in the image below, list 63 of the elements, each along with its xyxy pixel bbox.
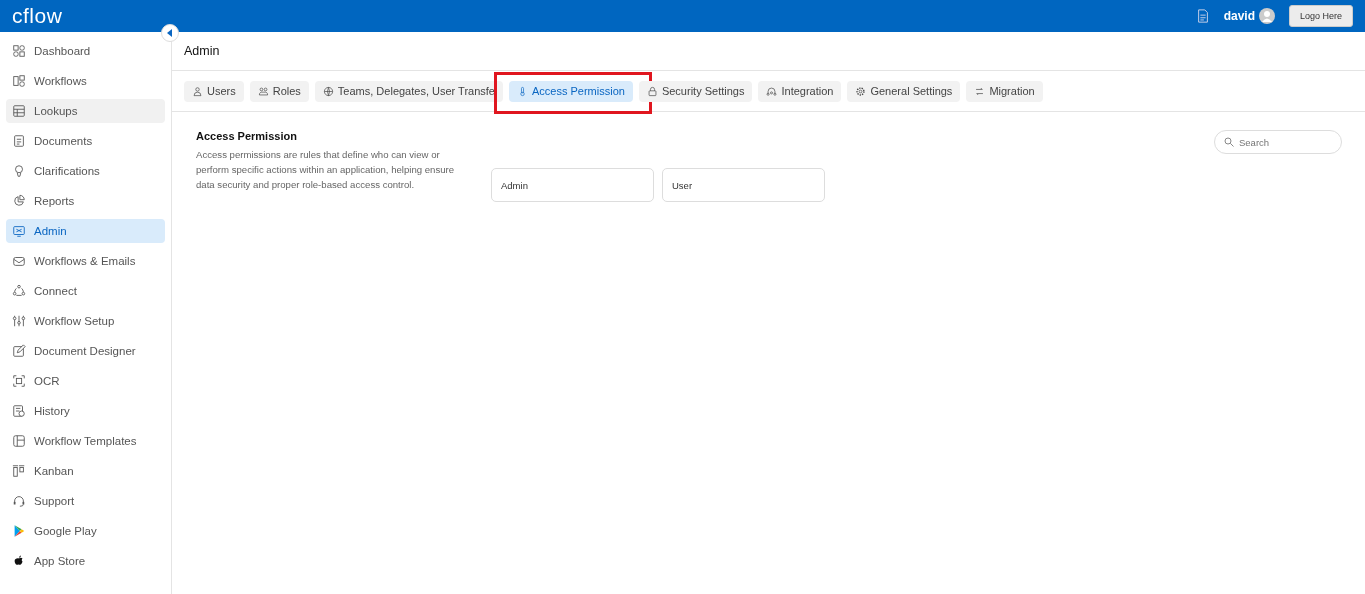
lock-icon [646,85,658,97]
sidebar-item[interactable]: Support [6,489,165,513]
layout-icon [12,434,26,448]
user-icon [192,85,203,97]
section-description: Access permissions are rules that define who can view or perform specific actions within an application, helping ensure data security and proper role-based access control. [196,148,456,192]
pie-chart-icon [12,194,26,208]
users-icon [257,85,269,97]
document-icon[interactable] [1195,9,1210,23]
section-title: Access Permission [196,130,298,142]
network-icon [12,284,26,298]
sidebar-item[interactable]: Admin [6,219,165,243]
swap-icon [974,85,986,97]
sidebar-item[interactable]: Kanban [6,459,165,483]
workflow-icon [12,74,26,88]
sidebar-item[interactable]: OCR [6,369,165,393]
sidebar-item[interactable]: Workflow Templates [6,429,165,453]
tab[interactable]: General Settings [847,80,961,102]
globe-icon [322,85,334,97]
play-store-icon [12,524,26,538]
sidebar-item[interactable]: Lookups [6,99,165,123]
kanban-icon [12,464,26,478]
sidebar-item[interactable]: Reports [6,189,165,213]
tab[interactable]: Users [184,80,244,102]
input-field[interactable]: User [662,168,825,202]
table-icon [12,104,26,118]
sidebar-item[interactable]: Dashboard [6,39,165,63]
tab[interactable]: Integration [758,80,842,102]
sidebar-item[interactable]: Workflows [6,69,165,93]
page-title: Admin [172,32,1365,71]
sidebar-item[interactable]: Document Designer [6,339,165,363]
scan-icon [12,374,26,388]
dashboard-icon [12,44,26,58]
headset-icon [766,85,778,97]
app-logo: cflow [12,4,63,28]
thermometer-icon [517,85,528,97]
search-field[interactable]: Search [1214,130,1342,154]
sliders-icon [12,314,26,328]
tab[interactable]: Migration [966,80,1043,102]
edit-icon [12,344,26,358]
sidebar-item[interactable]: Google Play [6,519,165,543]
sidebar-item[interactable]: Workflow Setup [6,309,165,333]
gear-icon [855,85,867,97]
input-field[interactable]: Admin [491,168,654,202]
lightbulb-icon [12,164,26,178]
tab[interactable]: Roles [249,80,309,102]
logo-button[interactable]: Logo Here [1288,5,1353,27]
sidebar-item[interactable]: Clarifications [6,159,165,183]
sidebar-item[interactable]: Connect [6,279,165,303]
caret-icon [166,29,174,37]
sidebar-item[interactable]: Workflows & Emails [6,249,165,273]
sidebar-item[interactable]: Documents [6,129,165,153]
tab[interactable]: Access Permission [509,80,633,102]
sidebar-item[interactable]: App Store [6,549,165,573]
document-icon [12,134,26,148]
user-name[interactable]: david [1223,9,1255,23]
mail-icon [12,254,26,268]
tab[interactable]: Teams, Delegates, User Transfe [314,80,503,102]
tab[interactable]: Security Settings [638,80,753,102]
avatar-icon[interactable] [1258,8,1275,24]
history-icon [12,404,26,418]
monitor-icon [12,224,26,238]
sidebar-item[interactable]: History [6,399,165,423]
headset-icon [12,494,26,508]
